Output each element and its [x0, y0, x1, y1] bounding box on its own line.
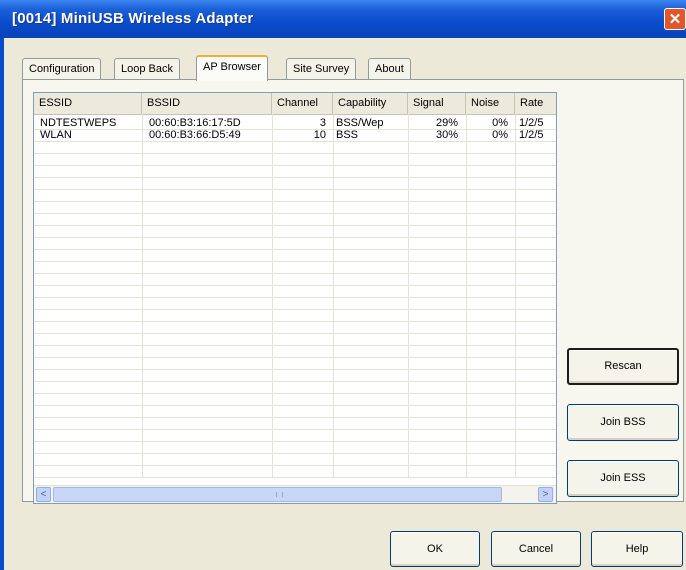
grid-line [34, 345, 556, 346]
grid-line [34, 441, 556, 442]
cell-capability: BSS/Wep [336, 117, 384, 129]
ap-list[interactable]: ESSID BSSID Channel Capability Signal No… [33, 92, 557, 504]
tab-configuration[interactable]: Configuration [22, 58, 102, 79]
column-header-bssid[interactable]: BSSID [142, 93, 272, 114]
grid-line [34, 321, 556, 322]
cell-channel: 3 [319, 117, 326, 129]
tab-loop-back[interactable]: Loop Back [114, 58, 180, 79]
grid-line [142, 114, 143, 478]
tab-ap-browser[interactable]: AP Browser [196, 55, 268, 81]
grid-line [34, 141, 556, 142]
grid-line [34, 237, 556, 238]
grid-line [34, 165, 556, 166]
grid-line [515, 114, 516, 478]
grid-line [34, 393, 556, 394]
grid-line [34, 309, 556, 310]
scrollbar-thumb[interactable] [53, 487, 502, 502]
grid-line [34, 249, 556, 250]
grip-icon [276, 492, 283, 497]
table-row[interactable]: WLAN 00:60:B3:66:D5:49 10 BSS 30% 0% 1/2… [34, 129, 556, 141]
cell-signal: 30% [435, 129, 458, 141]
grid-line [34, 201, 556, 202]
table-row[interactable]: NDTESTWEPS 00:60:B3:16:17:5D 3 BSS/Wep 2… [34, 117, 556, 129]
cell-essid: WLAN [40, 129, 72, 141]
cell-bssid: 00:60:B3:66:D5:49 [149, 129, 241, 141]
grid-line [34, 357, 556, 358]
cell-noise: 0% [492, 129, 508, 141]
grid-line [34, 453, 556, 454]
grid-line [34, 297, 556, 298]
cell-capability: BSS [336, 129, 359, 141]
grid-line [34, 369, 556, 370]
dialog-window: [0014] MiniUSB Wireless Adapter ✕ Config… [0, 0, 686, 570]
grid-line [272, 114, 273, 478]
cell-rate: 1/2/5 [519, 117, 544, 129]
rescan-button[interactable]: Rescan [567, 348, 679, 385]
grid-line [34, 285, 556, 286]
grid-line [34, 177, 556, 178]
scroll-left-icon[interactable]: < [36, 487, 51, 502]
grid-line [34, 465, 556, 466]
cell-rate: 1/2/5 [519, 129, 544, 141]
help-button[interactable]: Help [591, 531, 683, 567]
grid-line [34, 261, 556, 262]
list-header: ESSID BSSID Channel Capability Signal No… [34, 93, 556, 115]
tab-about[interactable]: About [368, 58, 411, 79]
grid-line [34, 333, 556, 334]
cell-signal: 29% [435, 117, 458, 129]
column-header-channel[interactable]: Channel [272, 93, 333, 114]
join-ess-button[interactable]: Join ESS [567, 460, 679, 497]
title-bar[interactable]: [0014] MiniUSB Wireless Adapter ✕ [0, 0, 686, 38]
column-header-essid[interactable]: ESSID [34, 93, 142, 114]
join-bss-button[interactable]: Join BSS [567, 404, 679, 441]
grid-line [34, 405, 556, 406]
list-body: NDTESTWEPS 00:60:B3:16:17:5D 3 BSS/Wep 2… [34, 114, 556, 478]
column-header-noise[interactable]: Noise [466, 93, 515, 114]
grid-line [34, 189, 556, 190]
grid-line [34, 477, 556, 478]
window-border [0, 38, 4, 570]
column-header-signal[interactable]: Signal [408, 93, 466, 114]
horizontal-scrollbar[interactable]: < > [34, 485, 556, 503]
column-header-rate[interactable]: Rate [515, 93, 556, 114]
grid-line [34, 429, 556, 430]
grid-line [34, 129, 556, 130]
grid-line [34, 153, 556, 154]
scroll-right-icon[interactable]: > [538, 487, 553, 502]
window-title: [0014] MiniUSB Wireless Adapter [12, 10, 254, 27]
cell-bssid: 00:60:B3:16:17:5D [149, 117, 241, 129]
cancel-button[interactable]: Cancel [491, 531, 581, 567]
grid-line [34, 225, 556, 226]
cell-noise: 0% [492, 117, 508, 129]
grid-line [34, 381, 556, 382]
ok-button[interactable]: OK [390, 531, 480, 567]
grid-line [333, 114, 334, 478]
grid-line [34, 213, 556, 214]
close-icon[interactable]: ✕ [664, 8, 686, 30]
grid-line [466, 114, 467, 478]
tab-site-survey[interactable]: Site Survey [286, 58, 357, 79]
grid-line [34, 273, 556, 274]
grid-line [408, 114, 409, 478]
column-header-capability[interactable]: Capability [333, 93, 408, 114]
cell-channel: 10 [313, 129, 326, 141]
grid-line [34, 417, 556, 418]
cell-essid: NDTESTWEPS [40, 117, 117, 129]
